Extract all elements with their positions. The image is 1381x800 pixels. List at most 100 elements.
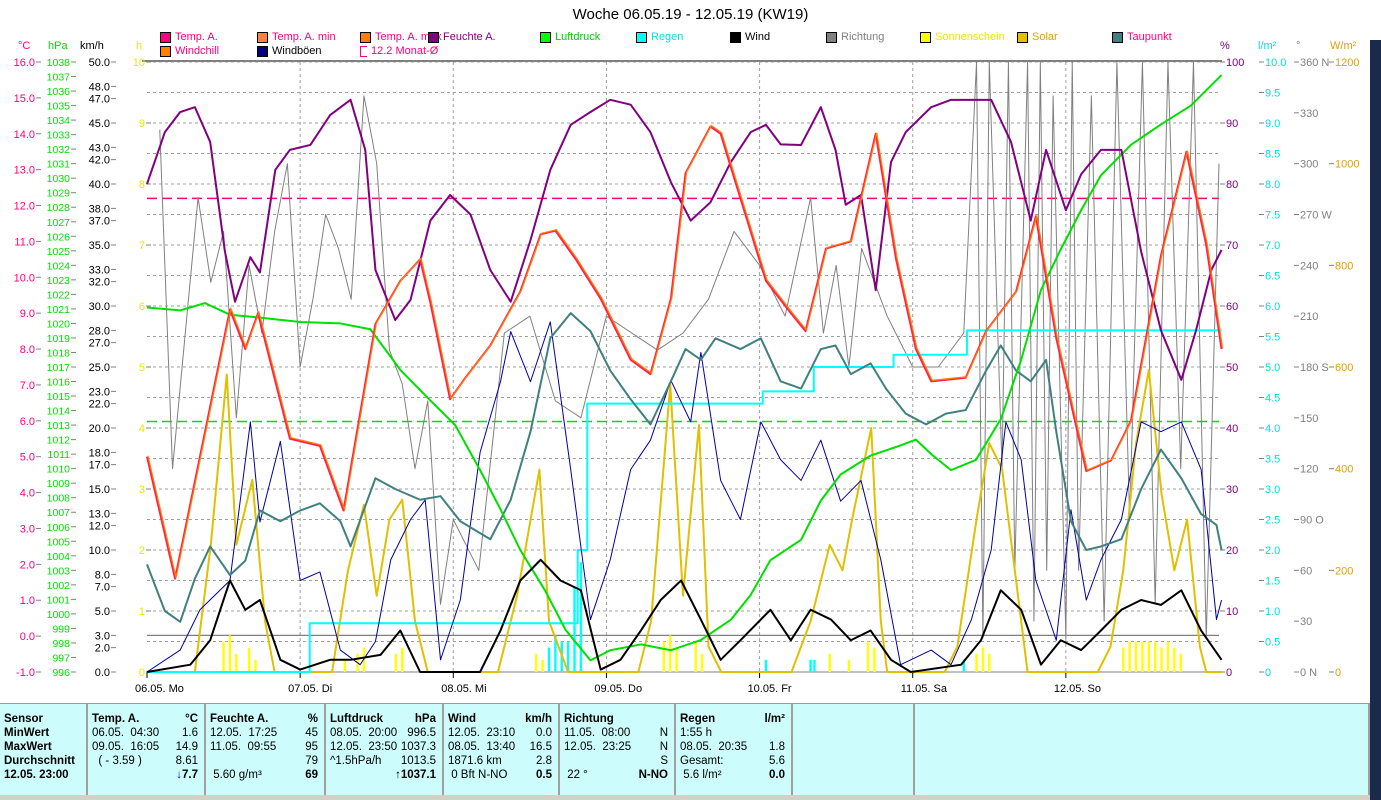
axis-tick-label-pressure: 1006 [47, 522, 71, 534]
axis-tick-label-temp: 6.0 [20, 416, 35, 428]
series-feuchte-a- [146, 98, 1223, 381]
axis-tick-label-rain: 5.5 [1265, 332, 1280, 344]
stats-row: Temp. A. °C [92, 712, 198, 726]
bar-regenrate [813, 659, 816, 672]
stats-cell-label: Luftdruck [330, 713, 384, 725]
axis-tick-label-temp: 1.0 [20, 595, 35, 607]
legend-item: Temp. A. min [257, 31, 336, 43]
bar-sonnenschein [1166, 641, 1170, 672]
axis-tick-label-pressure: 1037 [47, 72, 71, 84]
axis-tick-label-rain: 6.5 [1265, 271, 1280, 283]
axis-tick-label-pressure: 1029 [47, 188, 71, 200]
stats-cell-label: 11.05. 08:00 [564, 727, 631, 739]
stats-cell-value: 45 [305, 727, 318, 739]
axis-tick-label-sun: 1 [139, 606, 145, 618]
stats-cell-value: hPa [414, 713, 436, 725]
axis-tick-label-pressure: 1031 [47, 159, 71, 171]
bar-sonnenschein [535, 653, 538, 672]
axis-tick-label-temp: 9.0 [20, 308, 35, 320]
axis-unit-direction: ° [1296, 40, 1301, 52]
axis-tick-label-wind: 0.0 [95, 667, 110, 679]
axis-tick-label-wind: 43.0 [89, 142, 110, 154]
axis-tick-label-wind: 22.0 [89, 399, 110, 411]
axis-tick-label-wind: 13.0 [89, 508, 110, 520]
axis-tick-label-humidity: 40 [1226, 423, 1238, 435]
bar-sonnenschein [394, 653, 398, 672]
axis-tick-label-pressure: 1030 [47, 173, 71, 185]
axis-tick-label-humidity: 0 [1226, 667, 1232, 679]
stats-cell-value: 95 [305, 741, 318, 753]
stats-cell-value: km/h [525, 713, 552, 725]
axis-tick-label-pressure: 1026 [47, 231, 71, 243]
x-tick-label: 09.05. Do [594, 683, 642, 695]
axis-tick-label-pressure: 998 [52, 638, 70, 650]
series-windb-en [146, 321, 1223, 673]
legend-item: 12.2 Monat-Ø [360, 45, 438, 57]
x-tick-label: 11.05. Sa [901, 683, 948, 695]
axis-tick-label-temp: 14.0 [14, 129, 35, 141]
stats-row: ↑1037.1 [330, 768, 436, 782]
axis-tick-label-pressure: 1022 [47, 289, 71, 301]
legend-item: Regen [636, 31, 683, 43]
stats-row: 0 Bft N-NO 0.5 [448, 768, 552, 782]
stats-cell-label: 5.60 g/m³ [210, 769, 262, 781]
x-tick-label: 12.05. So [1054, 683, 1101, 695]
axis-tick-label-direction: 90 O [1300, 515, 1324, 527]
axis-tick-label-temp: 0.0 [20, 631, 35, 643]
stats-row: 08.05. 13:40 16.5 [448, 740, 552, 754]
axis-tick-label-pressure: 1021 [47, 304, 71, 316]
axis-tick-label-pressure: 1003 [47, 565, 71, 577]
axis-tick-label-wind: 37.0 [89, 216, 110, 228]
axis-tick-label-direction: 0 N [1300, 667, 1317, 679]
stats-row: 11.05. 08:00 N [564, 726, 668, 740]
axis-tick-label-pressure: 1017 [47, 362, 71, 374]
axis-tick-label-wind: 38.0 [89, 203, 110, 215]
axis-tick-label-wind: 35.0 [89, 240, 110, 252]
bar-sonnenschein [343, 659, 347, 672]
stats-row: 09.05. 16:05 14.9 [92, 740, 198, 754]
axis-tick-label-humidity: 30 [1226, 484, 1238, 496]
axis-tick-label-wind: 2.0 [95, 643, 110, 655]
stats-row: 5.60 g/m³ 69 [210, 768, 318, 782]
axis-tick-label-wind: 48.0 [89, 81, 110, 93]
axis-tick-label-pressure: 1019 [47, 333, 71, 345]
stats-column-direction: Richtung 11.05. 08:00 N 12.05. 23:25 N S 22 °… [560, 704, 676, 796]
axis-tick-label-rain: 9.0 [1265, 118, 1280, 130]
bar-sonnenschein [1141, 641, 1144, 672]
bar-sonnenschein [228, 635, 232, 672]
x-tick-label: 08.05. Mi [441, 683, 486, 695]
stats-column-humidity: Feuchte A.% 12.05. 17:25 45 11.05. 09:55 95 7… [206, 704, 326, 796]
legend-label: Windböen [272, 45, 322, 57]
stats-cell-label: 08.05. 20:35 [680, 741, 748, 753]
stats-cell-value: ↑1037.1 [395, 769, 436, 781]
bar-sonnenschein [1134, 641, 1138, 672]
legend-item: Taupunkt [1112, 31, 1172, 43]
axis-tick-label-wind: 5.0 [95, 606, 110, 618]
axis-tick-label-pressure: 1000 [47, 609, 71, 621]
axis-tick-label-wind: 47.0 [89, 94, 110, 106]
axis-tick-label-pressure: 996 [52, 667, 70, 679]
bar-sonnenschein [847, 659, 851, 672]
axis-tick-label-temp: 2.0 [20, 559, 35, 571]
axis-tick-label-wind: 17.0 [89, 460, 110, 472]
weather-chart: 06.05. Mo 07.05. Di 08.05. Mi 09.05. Do 10.0… [14, 57, 1360, 695]
bar-regenrate [573, 586, 576, 672]
stats-column-sensor: Sensor MinWert MaxWert Durchschnitt 12.05. 2… [0, 704, 88, 796]
axis-tick-label-humidity: 80 [1226, 179, 1238, 191]
legend-swatch [360, 31, 371, 43]
axis-tick-label-wind: 42.0 [89, 155, 110, 167]
stats-cell-label: Feuchte A. [210, 713, 269, 725]
stats-cell-label: 12.05. 17:25 [210, 727, 278, 739]
stats-row: MinWert [4, 726, 80, 740]
stats-row: 22 ° N-NO [564, 768, 668, 782]
axis-tick-label-solar: 600 [1335, 362, 1353, 374]
axis-tick-label-pressure: 1023 [47, 275, 71, 287]
stats-cell-label: 1:55 h [680, 727, 712, 739]
axis-tick-label-sun: 9 [139, 118, 145, 130]
stats-row: 1871.6 km 2.8 [448, 754, 552, 768]
stats-row: Sensor [4, 712, 80, 726]
axis-tick-label-direction: 240 [1300, 260, 1318, 272]
stats-cell-label: 11.05. 09:55 [210, 741, 277, 753]
chart-title: Woche 06.05.19 - 12.05.19 (KW19) [572, 6, 809, 23]
bar-sonnenschein [1179, 653, 1182, 672]
